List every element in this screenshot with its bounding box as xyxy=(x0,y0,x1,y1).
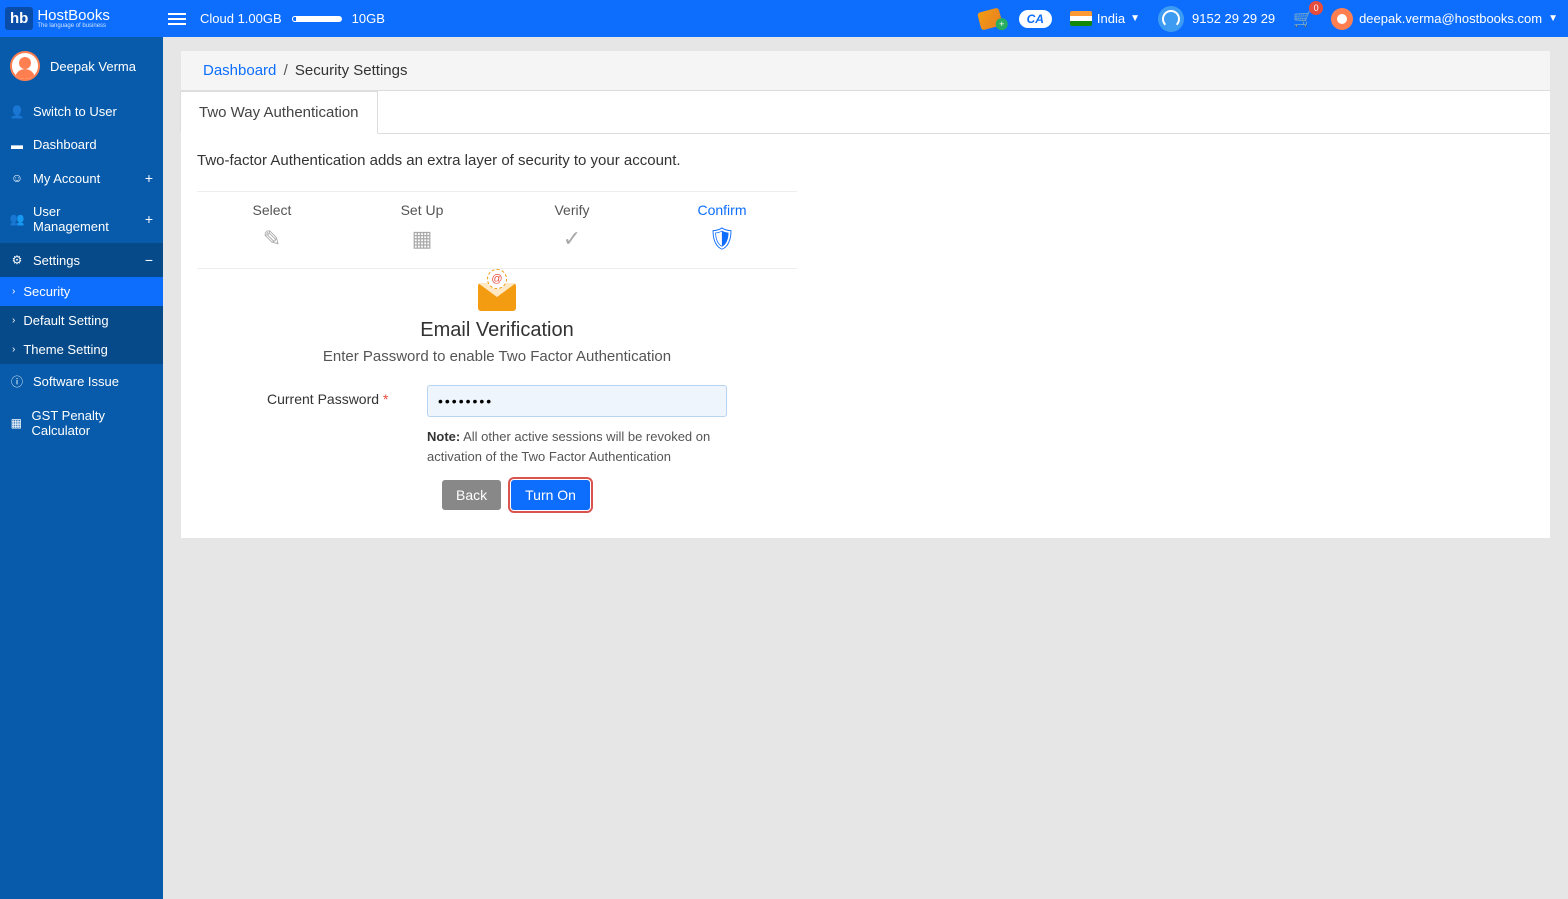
user-menu[interactable]: deepak.verma@hostbooks.com ▼ xyxy=(1331,8,1558,30)
step-verify: Verify ✓ xyxy=(497,202,647,254)
sidebar-item-switch-user[interactable]: 👤 Switch to User xyxy=(0,95,163,128)
chevron-right-icon: › xyxy=(12,315,15,326)
sidebar-item-user-management[interactable]: 👥 User Management + xyxy=(0,195,163,243)
ticket-icon[interactable] xyxy=(977,7,1003,30)
check-circle-icon: ✓ xyxy=(557,224,587,254)
sidebar-item-software-issue[interactable]: ⓘ Software Issue xyxy=(0,364,163,399)
sidebar-item-my-account[interactable]: ☺ My Account + xyxy=(0,161,163,195)
headset-icon xyxy=(1158,6,1184,32)
form-area: Email Verification Enter Password to ena… xyxy=(197,269,797,510)
sidebar-user-name: Deepak Verma xyxy=(50,59,136,74)
note-text: Note: All other active sessions will be … xyxy=(427,427,727,466)
users-icon: 👥 xyxy=(10,212,24,226)
sidebar-item-security[interactable]: › Security xyxy=(0,277,163,306)
sidebar-item-theme-setting[interactable]: › Theme Setting xyxy=(0,335,163,364)
ca-badge[interactable]: CA xyxy=(1019,10,1052,28)
sidebar-user-block[interactable]: Deepak Verma xyxy=(0,37,163,95)
logo[interactable]: hb HostBooks The language of business xyxy=(5,7,160,30)
account-icon: ☺ xyxy=(10,171,24,185)
cart-icon: 🛒 xyxy=(1293,11,1313,28)
sidebar-item-dashboard[interactable]: ▬ Dashboard xyxy=(0,128,163,161)
shield-icon: 🛡 xyxy=(707,224,737,254)
sidebar-item-settings[interactable]: ⚙ Settings − xyxy=(0,243,163,277)
logo-main-text: HostBooks xyxy=(37,8,110,23)
tab-row: Two Way Authentication xyxy=(181,91,1550,134)
top-bar: hb HostBooks The language of business Cl… xyxy=(0,0,1568,37)
password-label: Current Password * xyxy=(267,385,397,407)
tab-two-way-auth[interactable]: Two Way Authentication xyxy=(180,91,378,134)
breadcrumb: Dashboard / Security Settings xyxy=(181,51,1550,91)
back-button[interactable]: Back xyxy=(442,480,501,510)
breadcrumb-current: Security Settings xyxy=(295,62,408,79)
panel-description: Two-factor Authentication adds an extra … xyxy=(197,152,1534,169)
avatar-icon xyxy=(10,51,40,81)
expand-icon: + xyxy=(145,170,153,186)
cloud-storage-info: Cloud 1.00GB 10GB xyxy=(200,11,385,26)
expand-icon: + xyxy=(145,211,153,227)
support-phone[interactable]: 9152 29 29 29 xyxy=(1158,6,1275,32)
step-confirm: Confirm 🛡 xyxy=(647,202,797,254)
chevron-down-icon: ▼ xyxy=(1130,13,1140,24)
cloud-used: Cloud 1.00GB xyxy=(200,11,282,26)
email-envelope-icon xyxy=(478,283,516,311)
stepper: Select ✎ Set Up ▦ Verify ✓ Confirm 🛡 xyxy=(197,191,797,269)
info-icon: ⓘ xyxy=(10,373,24,390)
grid-icon: ▦ xyxy=(407,224,437,254)
current-password-input[interactable] xyxy=(427,385,727,417)
avatar-icon xyxy=(1331,8,1353,30)
user-icon: 👤 xyxy=(10,105,24,119)
collapse-icon: − xyxy=(145,252,153,268)
edit-icon: ✎ xyxy=(257,224,287,254)
country-selector[interactable]: India ▼ xyxy=(1070,11,1140,26)
breadcrumb-dashboard-link[interactable]: Dashboard xyxy=(203,62,276,79)
logo-hb-icon: hb xyxy=(5,7,33,30)
storage-bar xyxy=(292,16,342,22)
content-area: Dashboard / Security Settings Two Way Au… xyxy=(163,37,1568,899)
dashboard-icon: ▬ xyxy=(10,138,24,152)
hamburger-menu-icon[interactable] xyxy=(168,13,186,25)
gear-icon: ⚙ xyxy=(10,253,24,267)
turn-on-button[interactable]: Turn On xyxy=(511,480,590,510)
cart-count-badge: 0 xyxy=(1309,1,1323,15)
form-subtitle: Enter Password to enable Two Factor Auth… xyxy=(197,348,797,365)
cart-button[interactable]: 🛒 0 xyxy=(1293,9,1313,29)
chevron-right-icon: › xyxy=(12,344,15,355)
main-panel: Two Way Authentication Two-factor Authen… xyxy=(181,91,1550,538)
step-select: Select ✎ xyxy=(197,202,347,254)
sidebar-item-default-setting[interactable]: › Default Setting xyxy=(0,306,163,335)
india-flag-icon xyxy=(1070,11,1092,26)
calculator-icon: ▦ xyxy=(10,416,23,430)
step-setup: Set Up ▦ xyxy=(347,202,497,254)
chevron-down-icon: ▼ xyxy=(1548,13,1558,24)
sidebar: Deepak Verma 👤 Switch to User ▬ Dashboar… xyxy=(0,37,163,899)
chevron-right-icon: › xyxy=(12,286,15,297)
cloud-total: 10GB xyxy=(352,11,385,26)
sidebar-item-gst-calculator[interactable]: ▦ GST Penalty Calculator xyxy=(0,399,163,447)
form-title: Email Verification xyxy=(197,319,797,342)
